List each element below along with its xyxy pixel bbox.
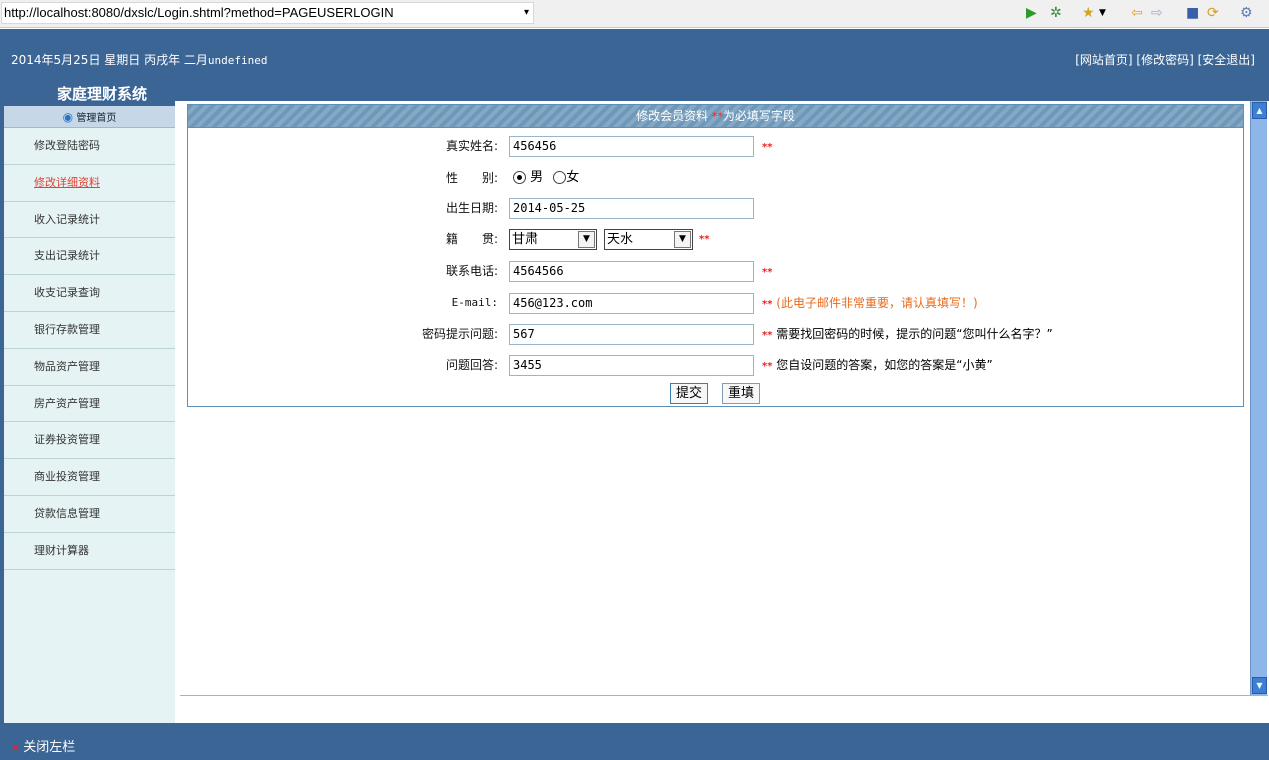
answer-note: ** 您自设问题的答案，如您的答案是“小黄” (762, 358, 993, 372)
sidebar-item-expense-stats[interactable]: 支出记录统计 (4, 238, 175, 276)
form-title-suffix: 为必填写字段 (722, 109, 795, 123)
sidebar: ◉ 管理首页 修改登陆密码 修改详细资料 收入记录统计 支出记录统计 收支记录查… (0, 101, 175, 723)
sidebar-head-label: 管理首页 (76, 113, 117, 124)
close-sidebar-label: 关闭左栏 (23, 740, 76, 755)
sidebar-menu: 修改登陆密码 修改详细资料 收入记录统计 支出记录统计 收支记录查询 银行存款管… (4, 128, 175, 723)
name-field[interactable]: 456456 (509, 136, 754, 157)
url-bar[interactable]: http://localhost:8080/dxslc/Login.shtml?… (1, 2, 534, 24)
change-password-link[interactable]: [修改密码] (1136, 53, 1193, 67)
settings-icon[interactable]: ⚙ (1240, 4, 1253, 22)
gender-female-label: 女 (566, 170, 580, 185)
sidebar-home-link[interactable]: ◉ 管理首页 (4, 106, 175, 128)
sidebar-item-business-investment[interactable]: 商业投资管理 (4, 459, 175, 496)
gender-male-radio[interactable] (513, 171, 526, 184)
name-row: 真实姓名: 456456 ** (188, 133, 1243, 159)
star-icon[interactable]: ★ (1082, 4, 1095, 22)
birth-label: 出生日期: (445, 201, 498, 215)
email-row: E-mail: 456@123.com ** (此电子邮件非常重要，请认真填写！… (188, 290, 1243, 316)
city-value: 天水 (607, 232, 634, 247)
gender-row: 性 别: 男 女 (188, 165, 1243, 191)
gender-female-radio[interactable] (553, 171, 567, 184)
email-note: ** (此电子邮件非常重要，请认真填写！) (762, 296, 978, 310)
phone-row: 联系电话: 4564566 ** (188, 258, 1243, 284)
forward-icon[interactable]: ⇨ (1151, 4, 1163, 22)
email-label: E-mail: (451, 296, 498, 309)
email-field[interactable]: 456@123.com (509, 293, 754, 314)
url-dropdown-icon[interactable]: ▾ (524, 3, 529, 23)
answer-row: 问题回答: 3455 ** 您自设问题的答案，如您的答案是“小黄” (188, 352, 1243, 378)
form-title: 修改会员资料 **为必填写字段 (188, 105, 1243, 128)
sidebar-item-loan-info[interactable]: 贷款信息管理 (4, 496, 175, 533)
scroll-up-icon[interactable]: ▲ (1252, 102, 1267, 119)
origin-required: ** (699, 234, 710, 245)
globe-icon: ◉ (62, 110, 74, 124)
star-dropdown-icon[interactable]: ▼ (1099, 4, 1106, 22)
browser-toolbar: http://localhost:8080/dxslc/Login.shtml?… (0, 0, 1269, 28)
sidebar-item-record-query[interactable]: 收支记录查询 (4, 275, 175, 312)
origin-row: 籍 贯: 甘肃 ▼ 天水 ▼ ** (188, 226, 1243, 252)
name-label: 真实姓名: (445, 139, 498, 153)
sidebar-item-bank-deposit[interactable]: 银行存款管理 (4, 312, 175, 349)
reset-button[interactable]: 重填 (722, 383, 761, 404)
chevron-down-icon: ▼ (578, 231, 595, 248)
sidebar-item-property-assets[interactable]: 房产资产管理 (4, 386, 175, 423)
main-content: 修改会员资料 **为必填写字段 真实姓名: 456456 ** 性 别: 男 女… (180, 101, 1250, 723)
sidebar-item-goods-assets[interactable]: 物品资产管理 (4, 349, 175, 386)
gender-options: 男 女 (513, 165, 579, 191)
submit-button[interactable]: 提交 (670, 383, 709, 404)
birth-row: 出生日期: 2014-05-25 (188, 195, 1243, 221)
close-icon: × (11, 741, 21, 754)
sidebar-item-edit-profile[interactable]: 修改详细资料 (4, 165, 175, 202)
sidebar-item-securities[interactable]: 证券投资管理 (4, 422, 175, 460)
date-suffix: undefined (207, 54, 268, 67)
play-icon[interactable]: ▶ (1026, 4, 1037, 22)
phone-required: ** (762, 267, 773, 278)
close-sidebar-button[interactable]: × 关闭左栏 (11, 736, 75, 755)
phone-field[interactable]: 4564566 (509, 261, 754, 282)
page-footer: × 关闭左栏 (0, 723, 1269, 760)
stop-icon[interactable]: ■ (1186, 4, 1199, 22)
city-select[interactable]: 天水 ▼ (604, 229, 693, 250)
top-links: [网站首页] [修改密码] [安全退出] (1075, 51, 1255, 68)
answer-label: 问题回答: (445, 358, 498, 372)
refresh-icon[interactable]: ⟳ (1207, 4, 1219, 22)
answer-field[interactable]: 3455 (509, 355, 754, 376)
province-select[interactable]: 甘肃 ▼ (509, 229, 597, 250)
date-cn: 2014年5月25日 星期日 丙戌年 二月 (11, 53, 208, 67)
form-title-text: 修改会员资料 (636, 109, 709, 123)
origin-label: 籍 贯: (445, 232, 498, 246)
question-field[interactable]: 567 (509, 324, 754, 345)
question-row: 密码提示问题: 567 ** 需要找回密码的时候，提示的问题“您叫什么名字？” (188, 321, 1243, 347)
gender-label: 性 别: (445, 171, 498, 185)
page-header: 2014年5月25日 星期日 丙戌年 二月undefined [网站首页] [修… (0, 29, 1269, 103)
sidebar-item-income-stats[interactable]: 收入记录统计 (4, 202, 175, 239)
required-mark: ** (711, 110, 723, 123)
profile-form: 修改会员资料 **为必填写字段 真实姓名: 456456 ** 性 别: 男 女… (187, 104, 1244, 407)
vertical-scrollbar[interactable]: ▲ ▼ (1250, 101, 1267, 695)
logout-link[interactable]: [安全退出] (1198, 53, 1255, 67)
sidebar-item-calculator[interactable]: 理财计算器 (4, 533, 175, 570)
back-icon[interactable]: ⇦ (1131, 4, 1143, 22)
name-required: ** (762, 142, 773, 153)
gender-male-label: 男 (530, 170, 544, 185)
birth-date-field[interactable]: 2014-05-25 (509, 198, 754, 219)
phone-label: 联系电话: (445, 264, 498, 278)
url-text: http://localhost:8080/dxslc/Login.shtml?… (4, 5, 394, 20)
scroll-down-icon[interactable]: ▼ (1252, 677, 1267, 694)
date-display: 2014年5月25日 星期日 丙戌年 二月undefined (11, 51, 268, 68)
province-value: 甘肃 (512, 232, 539, 247)
main-bottom-area (180, 695, 1268, 723)
chevron-down-icon: ▼ (674, 231, 691, 248)
home-link[interactable]: [网站首页] (1075, 53, 1132, 67)
question-note: ** 需要找回密码的时候，提示的问题“您叫什么名字？” (762, 327, 1053, 341)
question-label: 密码提示问题: (421, 327, 498, 341)
bug-icon[interactable]: ✲ (1050, 4, 1062, 22)
sidebar-item-change-login-password[interactable]: 修改登陆密码 (4, 128, 175, 165)
